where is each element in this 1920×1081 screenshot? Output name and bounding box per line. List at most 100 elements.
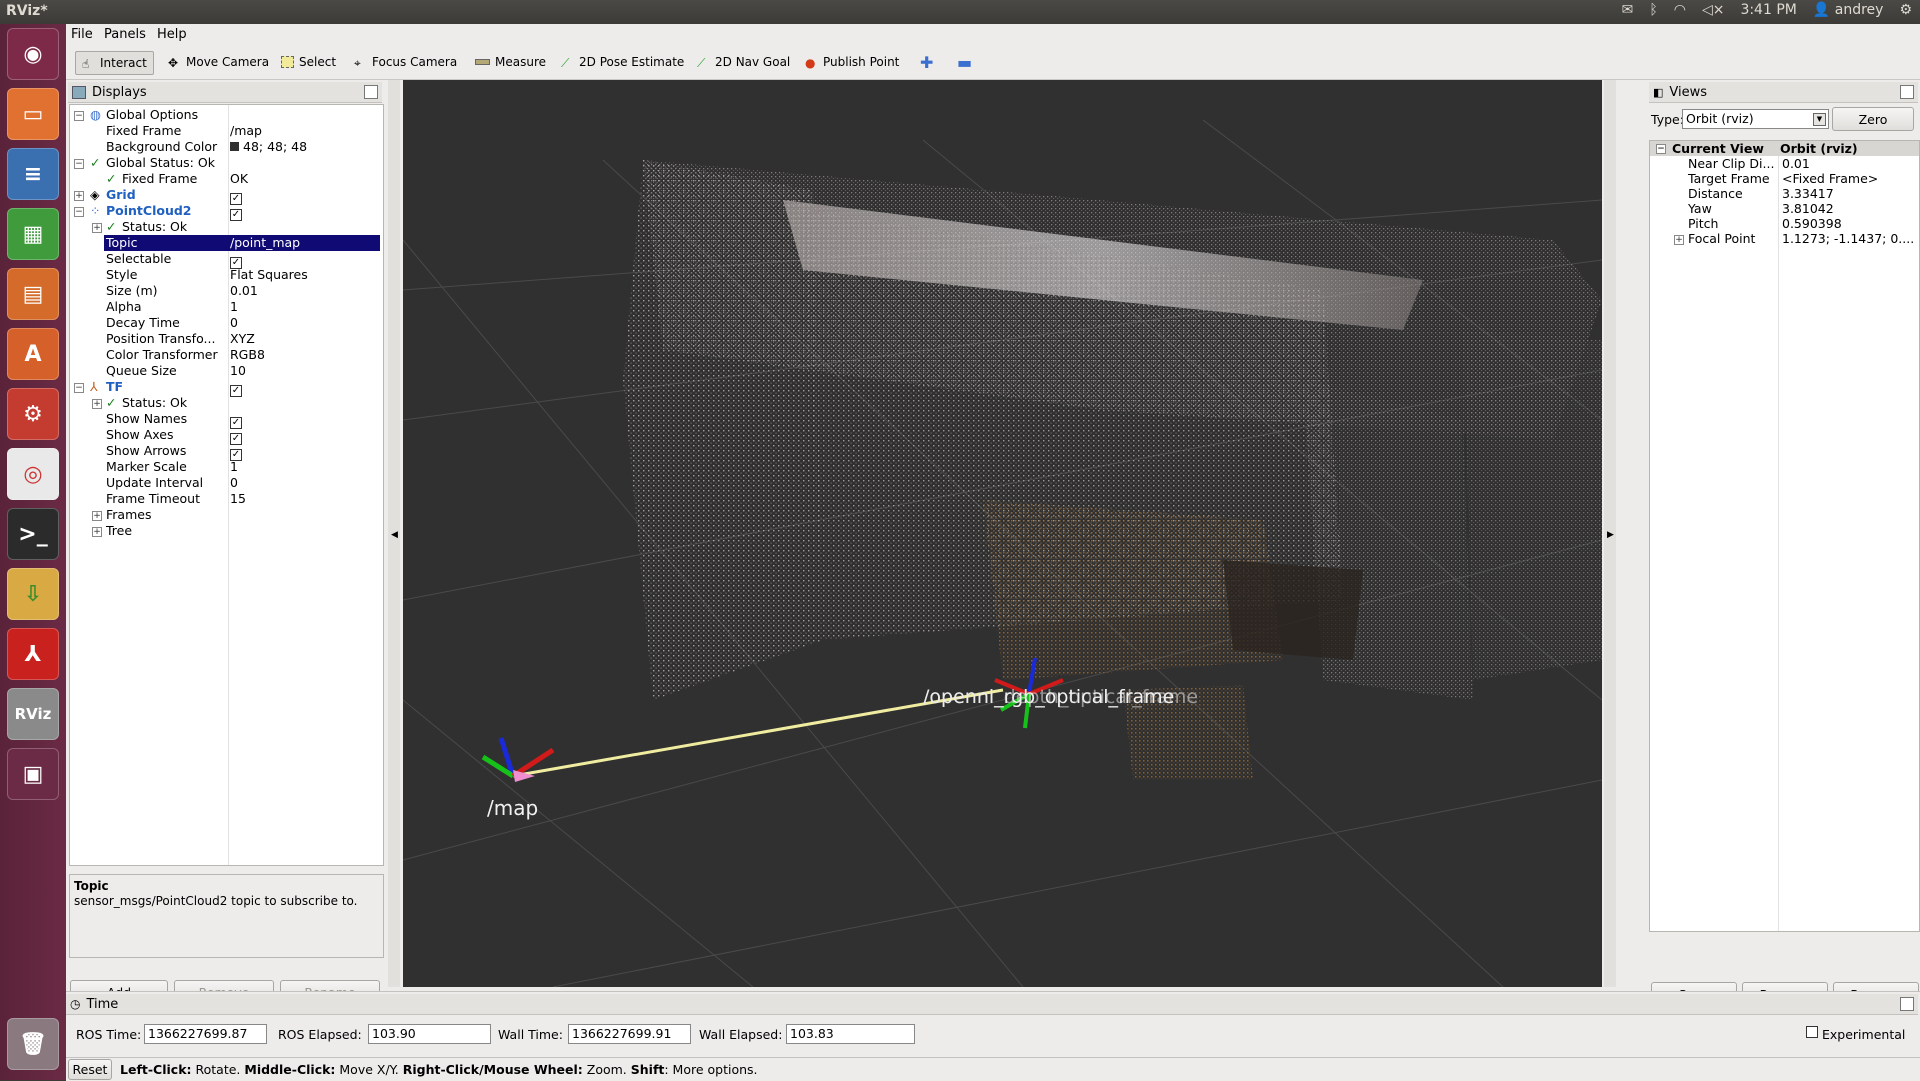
files-icon[interactable]: ▭ <box>7 88 59 140</box>
row-tf-status[interactable]: + ✓ Status: Ok <box>70 395 383 411</box>
row-show-axes[interactable]: Show Axes ✓ <box>70 427 383 445</box>
collapse-icon[interactable]: − <box>74 207 84 217</box>
row-tf[interactable]: − ⅄ TF ✓ <box>70 379 383 397</box>
measure-tool[interactable]: Measure <box>469 51 552 73</box>
settings-icon[interactable]: ⚙ <box>7 388 59 440</box>
select-tool[interactable]: Select <box>275 51 342 73</box>
view-row-focal-point[interactable]: + Focal Point 1.1273; -1.1437; 0.... <box>1650 231 1919 247</box>
ruler-icon <box>475 59 490 65</box>
row-global-status[interactable]: − ✓ Global Status: Ok <box>70 155 383 171</box>
row-pointcloud-status[interactable]: + ✓ Status: Ok <box>70 219 383 235</box>
collapse-icon[interactable]: − <box>1656 144 1666 154</box>
impress-icon[interactable]: ▤ <box>7 268 59 320</box>
right-splitter[interactable]: ▶ <box>1604 80 1616 987</box>
wall-time-field[interactable]: 1366227699.91 <box>568 1024 691 1044</box>
calc-icon[interactable]: ▦ <box>7 208 59 260</box>
expand-icon[interactable]: + <box>92 399 102 409</box>
view-properties-table[interactable]: − Current View Orbit (rviz) Near Clip Di… <box>1649 140 1920 932</box>
undock-icon[interactable] <box>1900 997 1914 1011</box>
dropdown-arrow-icon[interactable]: ▼ <box>1813 113 1826 126</box>
zero-button[interactable]: Zero <box>1832 107 1914 131</box>
user-menu[interactable]: 👤 andrey <box>1813 2 1884 18</box>
focus-camera-tool[interactable]: ⌖ Focus Camera <box>348 51 463 73</box>
undock-icon[interactable] <box>1900 85 1914 99</box>
row-global-options[interactable]: − ◍ Global Options <box>70 107 383 123</box>
expand-icon[interactable]: + <box>92 223 102 233</box>
row-grid[interactable]: + ◈ Grid ✓ <box>70 187 383 205</box>
rviz-icon[interactable]: RViz <box>7 688 59 740</box>
menu-panels[interactable]: Panels <box>104 27 146 42</box>
ros-elapsed-field[interactable]: 103.90 <box>368 1024 491 1044</box>
expand-icon[interactable]: + <box>1674 235 1684 245</box>
collapse-icon[interactable]: − <box>74 383 84 393</box>
row-queue-size[interactable]: Queue Size 10 <box>70 363 383 379</box>
archive-icon[interactable]: ⇩ <box>7 568 59 620</box>
row-pointcloud2[interactable]: − ⁘ PointCloud2 ✓ <box>70 203 383 221</box>
row-selectable[interactable]: Selectable ✓ <box>70 251 383 269</box>
collapse-icon[interactable]: − <box>74 111 84 121</box>
nav-goal-tool[interactable]: ⟋ 2D Nav Goal <box>691 51 796 73</box>
pose-estimate-tool[interactable]: ⟋ 2D Pose Estimate <box>555 51 690 73</box>
workspace-icon[interactable]: ▣ <box>7 748 59 800</box>
view-row-distance[interactable]: Distance 3.33417 <box>1650 186 1919 202</box>
chrome-icon[interactable]: ◎ <box>7 448 59 500</box>
menu-file[interactable]: File <box>71 27 93 42</box>
mail-icon[interactable]: ✉ <box>1622 2 1634 18</box>
row-color-transformer[interactable]: Color Transformer RGB8 <box>70 347 383 363</box>
writer-icon[interactable]: ≡ <box>7 148 59 200</box>
row-frame-timeout[interactable]: Frame Timeout 15 <box>70 491 383 507</box>
row-frames[interactable]: + Frames <box>70 507 383 523</box>
trash-icon[interactable]: 🗑 <box>7 1018 59 1070</box>
move-camera-tool[interactable]: ✥ Move Camera <box>162 51 275 73</box>
expand-icon[interactable]: + <box>74 191 84 201</box>
software-center-icon[interactable]: A <box>7 328 59 380</box>
row-background-color[interactable]: Background Color 48; 48; 48 <box>70 139 383 155</box>
wifi-icon[interactable]: ◠ <box>1674 2 1686 18</box>
displays-tree[interactable]: − ◍ Global Options Fixed Frame /map Back… <box>69 104 384 866</box>
view-type-select[interactable]: Orbit (rviz) ▼ <box>1682 109 1829 129</box>
bluetooth-icon[interactable]: ᛒ <box>1649 2 1657 18</box>
view-row-near-clip[interactable]: Near Clip Di... 0.01 <box>1650 156 1919 172</box>
row-decay-time[interactable]: Decay Time 0 <box>70 315 383 331</box>
view-row-pitch[interactable]: Pitch 0.590398 <box>1650 216 1919 232</box>
undock-icon[interactable] <box>364 85 378 99</box>
row-size[interactable]: Size (m) 0.01 <box>70 283 383 299</box>
expand-icon[interactable]: + <box>92 527 102 537</box>
reset-button[interactable]: Reset <box>68 1059 112 1080</box>
clock[interactable]: 3:41 PM <box>1740 2 1796 18</box>
row-alpha[interactable]: Alpha 1 <box>70 299 383 315</box>
row-status-fixed-frame[interactable]: ✓ Fixed Frame OK <box>70 171 383 187</box>
remove-tool-icon[interactable]: ▬ <box>951 51 978 73</box>
row-style[interactable]: Style Flat Squares <box>70 267 383 283</box>
wall-elapsed-field[interactable]: 103.83 <box>786 1024 915 1044</box>
menu-help[interactable]: Help <box>157 27 187 42</box>
view-row-yaw[interactable]: Yaw 3.81042 <box>1650 201 1919 217</box>
current-view-row[interactable]: − Current View Orbit (rviz) <box>1650 141 1919 156</box>
publish-point-tool[interactable]: ● Publish Point <box>799 51 905 73</box>
terminal-icon[interactable]: >_ <box>7 508 59 560</box>
view-row-target-frame[interactable]: Target Frame <Fixed Frame> <box>1650 171 1919 187</box>
row-fixed-frame[interactable]: Fixed Frame /map <box>70 123 383 139</box>
gear-icon[interactable]: ⚙ <box>1899 2 1912 18</box>
row-show-arrows[interactable]: Show Arrows ✓ <box>70 443 383 461</box>
ubuntu-home-icon[interactable]: ◉ <box>7 28 59 80</box>
menu-bar: File Panels Help <box>66 24 1920 45</box>
row-position-transformer[interactable]: Position Transfo... XYZ <box>70 331 383 347</box>
volume-icon[interactable]: ◁× <box>1702 2 1725 18</box>
row-show-names[interactable]: Show Names ✓ <box>70 411 383 429</box>
left-splitter[interactable]: ◀ <box>388 80 400 987</box>
row-marker-scale[interactable]: Marker Scale 1 <box>70 459 383 475</box>
acrobat-icon[interactable]: ⅄ <box>7 628 59 680</box>
add-tool-icon[interactable]: ✚ <box>914 51 939 73</box>
row-topic[interactable]: Topic /point_map <box>70 235 383 251</box>
render-viewport[interactable]: /map /openni_rgb_optical_frame /openni_d… <box>403 80 1602 987</box>
expand-icon[interactable]: + <box>92 511 102 521</box>
row-update-interval[interactable]: Update Interval 0 <box>70 475 383 491</box>
ros-time-field[interactable]: 1366227699.87 <box>144 1024 267 1044</box>
collapse-right-icon[interactable]: ▶ <box>1607 530 1614 540</box>
row-tree[interactable]: + Tree <box>70 523 383 539</box>
collapse-icon[interactable]: − <box>74 159 84 169</box>
interact-tool[interactable]: ☝ Interact <box>75 51 154 75</box>
collapse-left-icon[interactable]: ◀ <box>391 530 398 540</box>
experimental-checkbox[interactable] <box>1806 1026 1818 1038</box>
